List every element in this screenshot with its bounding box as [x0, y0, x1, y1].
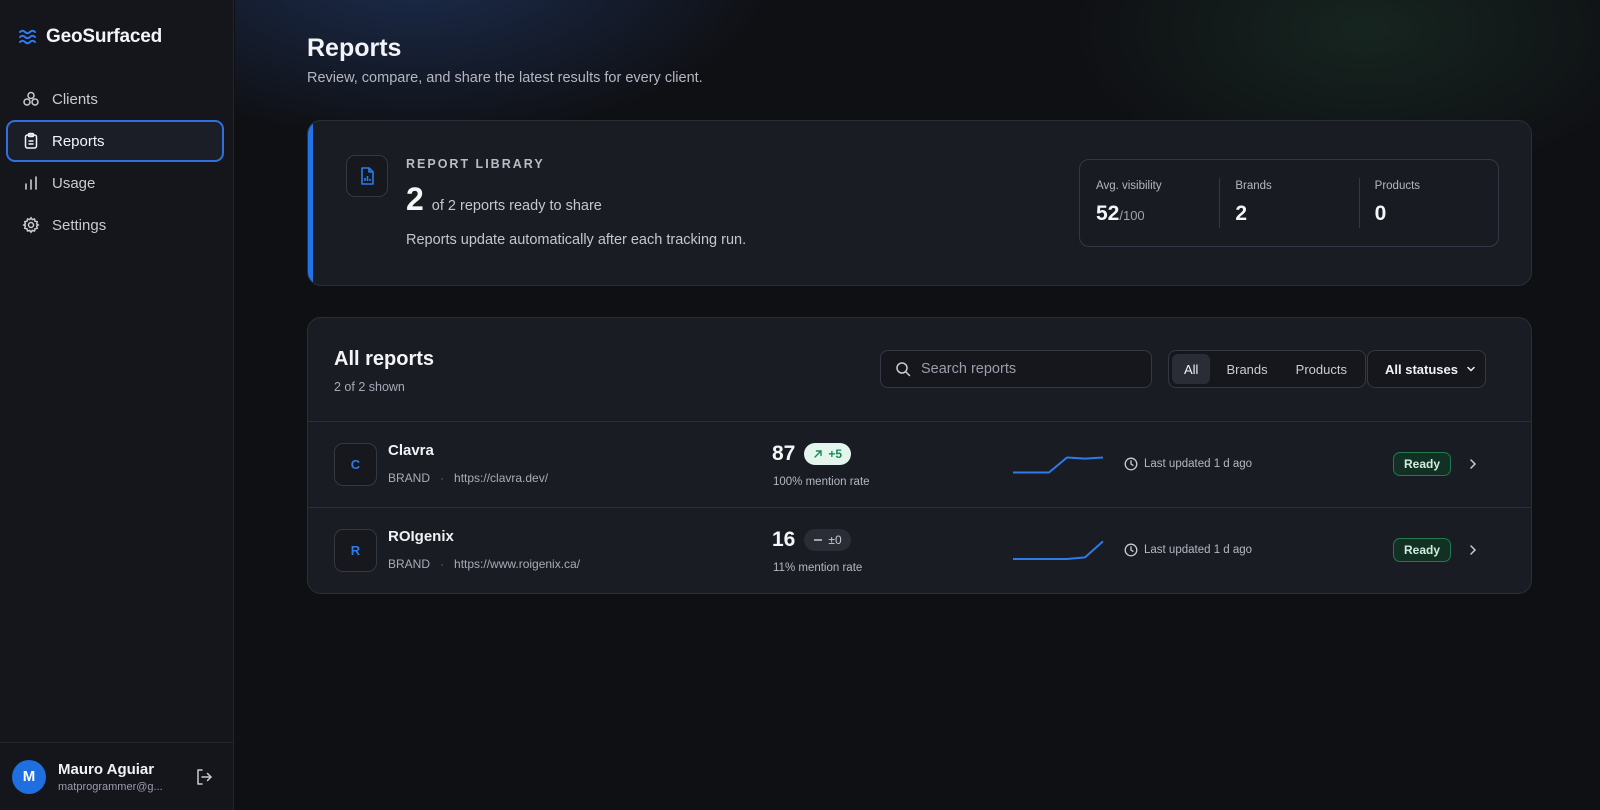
user-profile: M Mauro Aguiar matprogrammer@g... [0, 742, 234, 810]
stat-unit: /100 [1119, 208, 1145, 223]
filter-products[interactable]: Products [1284, 354, 1359, 384]
status-select[interactable]: All statuses [1367, 350, 1486, 388]
report-file-icon [346, 155, 388, 197]
bar-chart-icon [25, 176, 37, 190]
mention-rate: 11% mention rate [773, 562, 863, 574]
sidebar-item-label: Clients [52, 90, 98, 108]
report-type: BRAND [388, 471, 431, 485]
stat-value: 0 [1374, 202, 1387, 225]
sidebar-item-label: Settings [52, 216, 107, 234]
status-badge: Ready [1393, 538, 1452, 562]
main-content: Reports Review, compare, and share the l… [235, 0, 1600, 810]
reports-shown-count: 2 of 2 shown [334, 380, 405, 394]
chevron-down-icon [1467, 366, 1475, 372]
sparkline [1013, 456, 1104, 474]
library-label: REPORT LIBRARY [406, 157, 545, 171]
minus-icon [814, 539, 823, 541]
visibility-score: 87 [772, 442, 796, 465]
stat-brands: Brands 2 [1219, 160, 1358, 246]
score-delta-badge: +5 [804, 443, 852, 465]
clients-icon [23, 91, 39, 106]
sidebar-nav: Clients Reports Usage Settings [6, 78, 224, 246]
search-icon [896, 362, 911, 377]
sidebar: GeoSurfaced Clients Reports Usage Settin… [0, 0, 234, 810]
page-title: Reports [307, 34, 402, 62]
report-url: https://clavra.dev/ [454, 471, 549, 485]
clock-icon [1124, 457, 1138, 471]
report-url: https://www.roigenix.ca/ [454, 557, 581, 571]
clock-icon [1124, 543, 1138, 557]
delta-value: ±0 [828, 533, 842, 547]
ready-count-text: of 2 reports ready to share [431, 198, 602, 214]
sidebar-item-clients[interactable]: Clients [6, 78, 224, 120]
sidebar-item-settings[interactable]: Settings [6, 204, 224, 246]
report-name: Clavra [388, 442, 434, 459]
delta-value: +5 [828, 447, 843, 461]
arrow-up-right-icon [814, 450, 823, 458]
report-library-card: REPORT LIBRARY 2 of 2 reports ready to s… [307, 120, 1532, 286]
reports-title: All reports [334, 348, 435, 370]
ready-count: 2 [406, 181, 424, 217]
report-name: ROIgenix [388, 528, 454, 545]
app-name: GeoSurfaced [46, 26, 163, 47]
avatar[interactable]: M [12, 759, 46, 794]
chevron-right-icon[interactable] [1466, 457, 1480, 471]
page-subtitle: Review, compare, and share the latest re… [307, 70, 703, 86]
sidebar-item-label: Usage [52, 174, 96, 192]
type-filter: All Brands Products [1168, 350, 1366, 388]
library-stats: Avg. visibility 52/100 Brands 2 Products… [1079, 159, 1499, 247]
chevron-right-icon[interactable] [1466, 543, 1480, 557]
user-email: matprogrammer@g... [58, 780, 163, 793]
filter-all[interactable]: All [1172, 354, 1211, 384]
status-select-value: All statuses [1385, 361, 1458, 377]
mention-rate: 100% mention rate [773, 476, 870, 488]
separator-dot: · [440, 471, 445, 485]
separator-dot: · [440, 557, 445, 571]
report-row[interactable]: R ROIgenix BRAND · https://www.roigenix.… [308, 507, 1531, 593]
search-input[interactable] [921, 361, 1131, 377]
stat-label: Brands [1235, 180, 1272, 192]
stat-label: Avg. visibility [1096, 180, 1162, 192]
visibility-score: 16 [772, 528, 796, 551]
stat-value: 2 [1235, 202, 1248, 225]
card-accent-bar [308, 121, 313, 285]
report-avatar: C [334, 443, 377, 486]
user-name: Mauro Aguiar [58, 760, 155, 778]
stat-avg-visibility: Avg. visibility 52/100 [1080, 160, 1219, 246]
stat-products: Products 0 [1358, 160, 1498, 246]
brand-logo[interactable]: GeoSurfaced [18, 24, 162, 50]
report-row[interactable]: C Clavra BRAND · https://clavra.dev/ 87 … [308, 421, 1531, 508]
last-updated: Last updated 1 d ago [1144, 544, 1253, 556]
sidebar-item-label: Reports [52, 132, 105, 150]
logout-icon[interactable] [194, 767, 214, 787]
clipboard-icon [24, 132, 38, 149]
stat-label: Products [1374, 180, 1421, 192]
sparkline-path [1013, 540, 1104, 560]
last-updated: Last updated 1 d ago [1144, 458, 1253, 470]
search-box [880, 350, 1152, 388]
report-type: BRAND [388, 557, 431, 571]
sidebar-item-reports[interactable]: Reports [6, 120, 224, 162]
sidebar-item-usage[interactable]: Usage [6, 162, 224, 204]
status-badge: Ready [1393, 452, 1452, 476]
gear-icon [22, 216, 40, 234]
library-note: Reports update automatically after each … [406, 232, 747, 248]
stat-value: 52 [1096, 202, 1120, 225]
filter-brands[interactable]: Brands [1214, 354, 1279, 384]
score-delta-badge: ±0 [804, 529, 851, 551]
sparkline-path [1013, 456, 1104, 474]
report-avatar: R [334, 529, 377, 572]
sparkline [1013, 540, 1104, 560]
waves-logo-icon [19, 29, 36, 45]
all-reports-card: All reports 2 of 2 shown All Brands Prod… [307, 317, 1532, 594]
